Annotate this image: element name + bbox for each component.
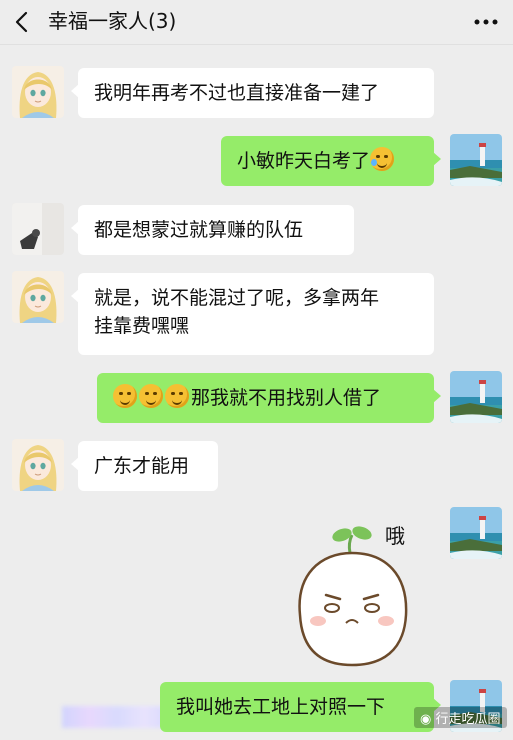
chat-header: 幸福一家人(3) xyxy=(0,0,513,45)
message-text: 广东才能用 xyxy=(94,455,190,477)
message-bubble-self[interactable]: 那我就不用找别人借了 xyxy=(97,373,441,423)
message-text: 那我就不用找别人借了 xyxy=(191,387,382,409)
self-avatar[interactable] xyxy=(450,371,502,423)
chevron-left-icon[interactable] xyxy=(12,10,32,34)
message-text-line: 就是，说不能混过了呢，多拿两年 xyxy=(94,287,380,309)
tears-of-joy-emoji xyxy=(370,147,395,171)
wechat-logo-icon: ◉ xyxy=(420,712,436,727)
anime-girl-avatar[interactable] xyxy=(12,439,64,491)
blurred-area xyxy=(62,706,172,728)
message-text: 我明年再考不过也直接准备一建了 xyxy=(94,82,380,104)
message-text: 我叫她去工地上对照一下 xyxy=(176,696,386,718)
message-bubble-self[interactable]: 我叫她去工地上对照一下 xyxy=(160,682,441,732)
self-avatar[interactable] xyxy=(450,507,502,559)
message-bubble[interactable]: 就是，说不能混过了呢，多拿两年 挂靠费嘿嘿 xyxy=(71,273,434,355)
member-avatar[interactable] xyxy=(12,203,64,255)
message-text-line: 挂靠费嘿嘿 xyxy=(94,315,190,337)
chat-title: 幸福一家人(3) xyxy=(48,9,177,33)
more-dots-icon[interactable] xyxy=(473,12,499,32)
sprout-bun-sticker[interactable] xyxy=(290,505,430,675)
watermark: ◉ 行走吃瓜圈 xyxy=(414,707,507,728)
message-bubble[interactable]: 我明年再考不过也直接准备一建了 xyxy=(71,68,434,118)
message-text: 小敏昨天白考了 xyxy=(237,150,371,172)
self-avatar[interactable] xyxy=(450,134,502,186)
face-with-hand-over-mouth-emoji xyxy=(165,384,189,408)
face-with-hand-over-mouth-emoji xyxy=(139,384,163,408)
message-text: 都是想蒙过就算赚的队伍 xyxy=(94,219,304,241)
message-bubble[interactable]: 广东才能用 xyxy=(71,441,218,491)
anime-girl-avatar[interactable] xyxy=(12,271,64,323)
watermark-text: 行走吃瓜圈 xyxy=(435,712,501,727)
face-with-hand-over-mouth-emoji xyxy=(113,384,137,408)
message-bubble[interactable]: 都是想蒙过就算赚的队伍 xyxy=(71,205,354,255)
message-bubble-self[interactable]: 小敏昨天白考了 xyxy=(221,136,441,186)
anime-girl-avatar[interactable] xyxy=(12,66,64,118)
sticker-caption: 哦 xyxy=(385,524,405,548)
